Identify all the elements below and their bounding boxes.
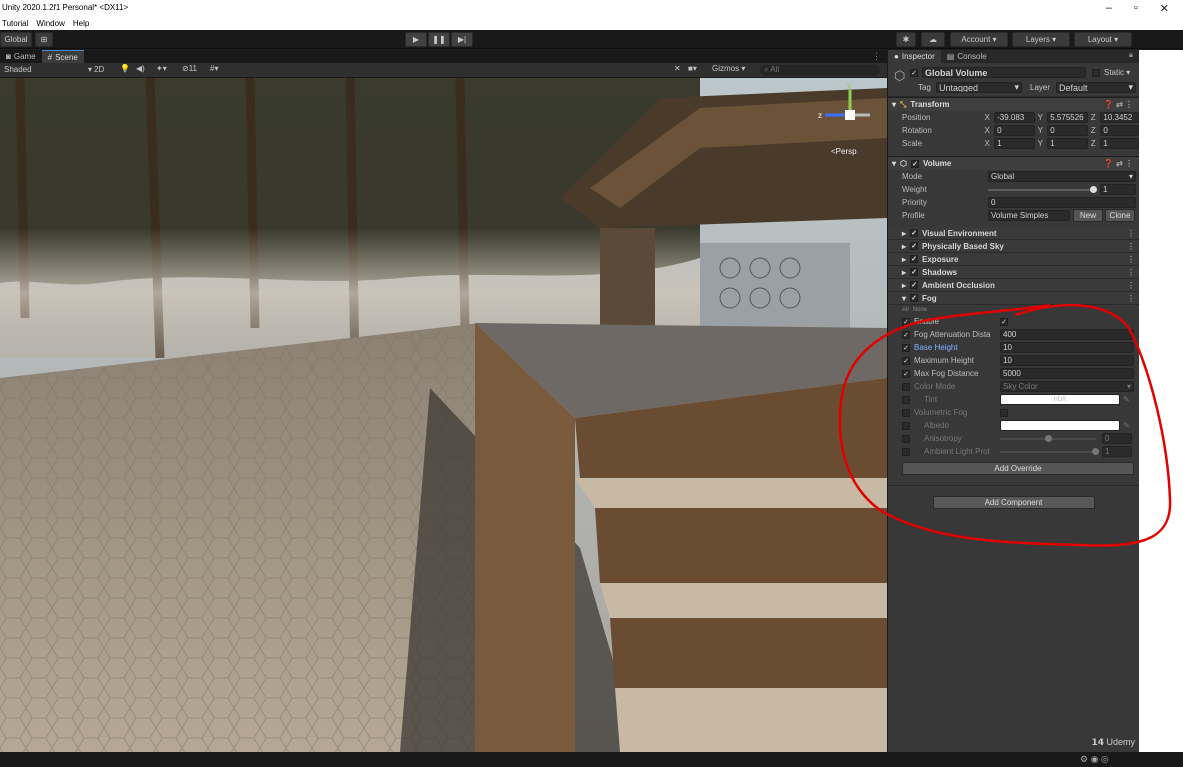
red-circle-annotation bbox=[838, 303, 1172, 547]
unity-editor-window: Unity 2020.1.2f1 Personal* <DX11> – ▫ ✕ … bbox=[0, 0, 1183, 767]
annotation-overlay bbox=[838, 303, 1172, 547]
